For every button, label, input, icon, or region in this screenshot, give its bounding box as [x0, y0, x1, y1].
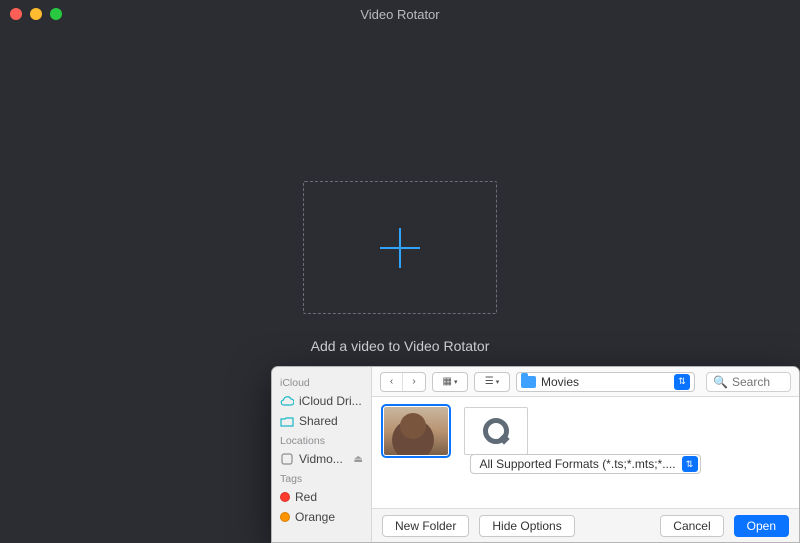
sidebar-tag-red[interactable]: Red: [272, 487, 371, 507]
chevron-down-icon: ▾: [454, 378, 458, 386]
search-field-wrap[interactable]: 🔍: [706, 372, 791, 392]
nav-buttons: ‹ ›: [380, 372, 426, 392]
search-icon: 🔍: [713, 375, 728, 389]
tag-dot-orange-icon: [280, 512, 290, 522]
disk-icon: [280, 452, 294, 466]
new-folder-button[interactable]: New Folder: [382, 515, 469, 537]
dialog-main: ‹ › ▦▾ ☰▾ Movies ⇅ 🔍: [372, 367, 799, 542]
dialog-toolbar: ‹ › ▦▾ ☰▾ Movies ⇅ 🔍: [372, 367, 799, 397]
location-select[interactable]: Movies ⇅: [516, 372, 695, 392]
tag-dot-red-icon: [280, 492, 290, 502]
open-button[interactable]: Open: [734, 515, 789, 537]
updown-icon: ⇅: [674, 374, 690, 390]
quicktime-icon: [464, 407, 528, 455]
dialog-sidebar: iCloud iCloud Dri... Shared Locations Vi…: [272, 367, 372, 542]
add-video-dropzone[interactable]: [303, 181, 497, 314]
file-grid: MOV All Supported Formats (*.ts;*.mts;*.…: [372, 397, 799, 508]
sidebar-header-icloud: iCloud: [272, 373, 371, 391]
search-input[interactable]: [732, 375, 784, 389]
button-label: Cancel: [673, 519, 710, 533]
sidebar-header-tags: Tags: [272, 469, 371, 487]
updown-icon: ⇅: [682, 456, 698, 472]
button-label: Open: [747, 519, 776, 533]
sidebar-header-locations: Locations: [272, 431, 371, 449]
dialog-bottombar: New Folder Hide Options Cancel Open: [372, 508, 799, 542]
sidebar-item-shared[interactable]: Shared: [272, 411, 371, 431]
app-window: Video Rotator Add a video to Video Rotat…: [0, 0, 800, 543]
folder-icon: [521, 376, 536, 388]
file-format-select[interactable]: All Supported Formats (*.ts;*.mts;*.... …: [470, 454, 700, 474]
group-by-button[interactable]: ☰▾: [474, 372, 510, 392]
button-label: New Folder: [395, 519, 456, 533]
titlebar: Video Rotator: [0, 0, 800, 28]
plus-icon: [380, 228, 420, 268]
sidebar-item-vidmore[interactable]: Vidmo... ⏏: [272, 449, 371, 469]
sidebar-item-label: Vidmo...: [299, 452, 343, 466]
cloud-icon: [280, 394, 294, 408]
chevron-left-icon: ‹: [390, 376, 393, 387]
button-label: Hide Options: [492, 519, 561, 533]
location-label: Movies: [541, 375, 579, 389]
file-open-dialog: iCloud iCloud Dri... Shared Locations Vi…: [271, 366, 800, 543]
nav-forward-button[interactable]: ›: [403, 373, 425, 391]
sidebar-item-label: iCloud Dri...: [299, 394, 362, 408]
chevron-down-icon: ▾: [496, 378, 500, 386]
window-title: Video Rotator: [0, 7, 800, 22]
sidebar-item-label: Red: [295, 490, 317, 504]
sidebar-item-label: Shared: [299, 414, 338, 428]
format-row: All Supported Formats (*.ts;*.mts;*.... …: [372, 454, 799, 474]
add-video-label: Add a video to Video Rotator: [0, 338, 800, 354]
sidebar-item-label: Orange: [295, 510, 335, 524]
sidebar-item-icloud-drive[interactable]: iCloud Dri...: [272, 391, 371, 411]
eject-icon[interactable]: ⏏: [354, 454, 363, 465]
video-thumbnail: [384, 407, 448, 455]
hide-options-button[interactable]: Hide Options: [479, 515, 574, 537]
nav-back-button[interactable]: ‹: [381, 373, 403, 391]
list-icon: ☰: [485, 376, 494, 387]
sidebar-tag-orange[interactable]: Orange: [272, 507, 371, 527]
cancel-button[interactable]: Cancel: [660, 515, 723, 537]
file-item-video[interactable]: [384, 407, 448, 459]
shared-folder-icon: [280, 414, 294, 428]
chevron-right-icon: ›: [412, 376, 415, 387]
view-icon-button[interactable]: ▦▾: [432, 372, 468, 392]
grid-icon: ▦: [443, 376, 452, 387]
format-label: All Supported Formats (*.ts;*.mts;*....: [479, 457, 675, 471]
